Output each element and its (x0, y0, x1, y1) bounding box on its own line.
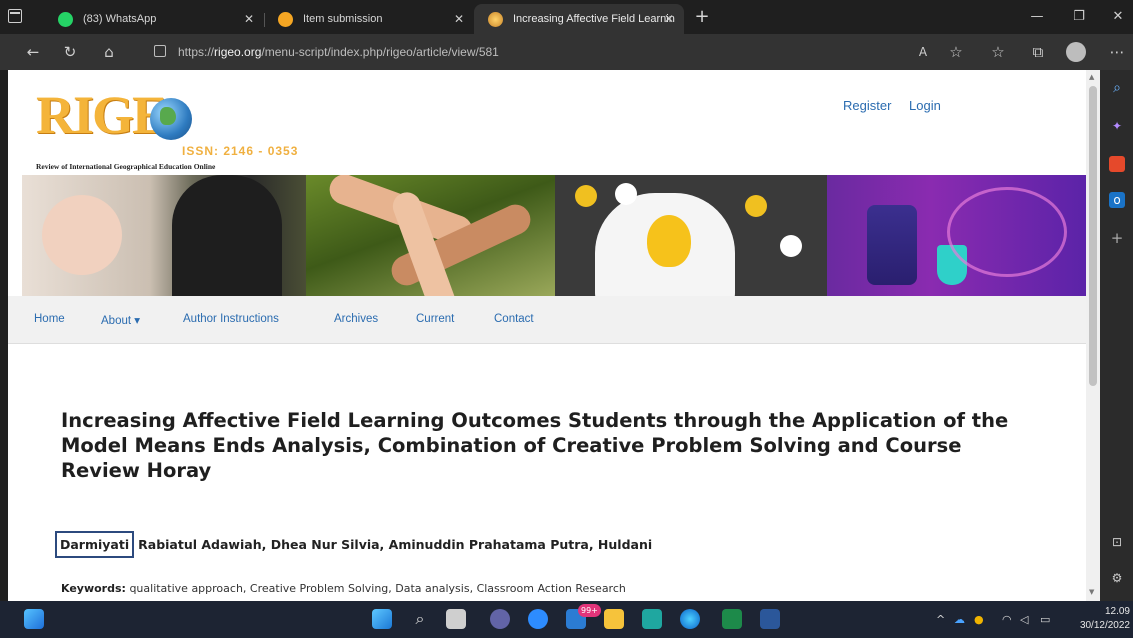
task-view-icon[interactable] (446, 609, 466, 629)
favorite-star-icon[interactable]: ☆ (943, 40, 969, 64)
url-domain: rigeo.org (214, 45, 262, 59)
clock-time: 12.09 (1104, 606, 1130, 617)
close-icon[interactable]: ✕ (454, 12, 464, 26)
teams-icon[interactable] (490, 609, 510, 629)
mail-badge: 99+ (578, 604, 601, 617)
zoom-icon[interactable] (528, 609, 548, 629)
settings-gear-icon[interactable]: ⚙ (1109, 570, 1125, 586)
favorites-icon[interactable]: ☆ (985, 40, 1011, 64)
banner-illustration-ideas (555, 175, 827, 296)
close-window-button[interactable]: ✕ (1095, 0, 1133, 34)
author-link-first[interactable]: Darmiyati (55, 531, 135, 558)
url-prefix: https:// (178, 45, 215, 59)
keywords-label: Keywords: (61, 582, 126, 595)
user-links: Register Login (843, 98, 955, 113)
tray-chevron-icon[interactable]: ^ (936, 613, 945, 626)
widgets-icon[interactable] (24, 609, 44, 629)
lock-icon[interactable] (154, 45, 166, 57)
start-icon[interactable] (372, 609, 392, 629)
more-menu-icon[interactable]: ⋯ (1104, 40, 1130, 64)
word-icon[interactable] (760, 609, 780, 629)
banner-photo-children (22, 175, 306, 296)
back-button[interactable]: ← (20, 40, 46, 64)
tab-title: Item submission (303, 13, 383, 25)
scroll-thumb[interactable] (1089, 86, 1097, 386)
scroll-up-arrow[interactable]: ▲ (1089, 73, 1094, 81)
tab-item-submission[interactable]: Item submission ✕ (264, 4, 474, 34)
nav-about[interactable]: About ▾ (101, 313, 140, 327)
sidebar-layout-icon[interactable]: ⊡ (1109, 534, 1125, 550)
new-tab-button[interactable]: + (691, 6, 713, 28)
main-nav: Home About ▾ Author Instructions Archive… (8, 296, 1086, 344)
address-bar[interactable]: https://rigeo.org/menu-script/index.php/… (148, 39, 798, 65)
tab-whatsapp[interactable]: (83) WhatsApp ✕ (44, 4, 265, 34)
nav-contact[interactable]: Contact (494, 313, 534, 325)
collections-icon[interactable]: ⧉ (1025, 40, 1051, 64)
tab-actions-icon[interactable] (8, 9, 22, 23)
nav-home[interactable]: Home (34, 313, 65, 325)
add-icon[interactable]: + (1109, 230, 1125, 246)
norton-icon[interactable]: ● (974, 613, 984, 626)
scroll-down-arrow[interactable]: ▼ (1089, 588, 1094, 596)
clock-date: 30/12/2022 (1079, 620, 1130, 631)
tab-strip: (83) WhatsApp ✕ Item submission ✕ Increa… (0, 0, 1133, 34)
onedrive-icon[interactable]: ☁ (954, 613, 965, 626)
search-icon[interactable]: ⌕ (1109, 80, 1125, 96)
tab-rigeo-article[interactable]: Increasing Affective Field Learnin ✕ (474, 4, 684, 34)
nav-author-instructions[interactable]: Author Instructions (183, 313, 279, 325)
sparkle-icon[interactable]: ✦ (1109, 118, 1125, 134)
article-keywords: Keywords: qualitative approach, Creative… (61, 582, 626, 595)
system-clock[interactable]: 12.09 30/12/2022 (1072, 605, 1130, 633)
url-path: /menu-script/index.php/rigeo/article/vie… (261, 45, 499, 59)
nav-archives[interactable]: Archives (334, 313, 378, 325)
volume-icon[interactable]: ◁ (1020, 613, 1028, 626)
globe-icon (150, 98, 192, 140)
close-icon[interactable]: ✕ (244, 12, 254, 26)
logo-text: RIGE (36, 85, 168, 145)
article-authors: Darmiyati Rabiatul Adawiah, Dhea Nur Silv… (55, 531, 652, 558)
rigeo-globe-icon (488, 11, 503, 27)
keywords-list: qualitative approach, Creative Problem S… (129, 582, 626, 595)
office-icon[interactable] (1109, 156, 1125, 172)
login-link[interactable]: Login (909, 98, 941, 113)
article-title: Increasing Affective Field Learning Outc… (61, 409, 1009, 482)
whatsapp-icon (58, 11, 73, 27)
address-toolbar: ← ↻ ⌂ https://rigeo.org/menu-script/inde… (0, 34, 1133, 70)
read-aloud-icon[interactable]: A (910, 40, 936, 64)
edge-icon[interactable] (680, 609, 700, 629)
profile-avatar[interactable] (1066, 42, 1086, 62)
minimize-button[interactable]: — (1014, 0, 1060, 34)
tab-title: Increasing Affective Field Learnin (513, 13, 675, 25)
excel-icon[interactable] (722, 609, 742, 629)
search-taskbar-icon[interactable]: ⌕ (410, 609, 430, 629)
page-scrollbar[interactable]: ▲ ▼ (1086, 70, 1100, 601)
refresh-button[interactable]: ↻ (57, 40, 83, 64)
register-link[interactable]: Register (843, 98, 891, 113)
close-icon[interactable]: ✕ (664, 12, 674, 26)
lens-app-icon[interactable] (642, 609, 662, 629)
smiley-icon (278, 11, 293, 27)
wifi-icon[interactable]: ◠ (1002, 613, 1012, 626)
edge-sidebar: ⌕ ✦ o + ⊡ ⚙ (1100, 70, 1133, 601)
logo-subtitle: Review of International Geographical Edu… (36, 162, 216, 171)
header-banner (22, 175, 1086, 296)
author-list: Rabiatul Adawiah, Dhea Nur Silvia, Aminu… (138, 537, 653, 552)
issn-label: ISSN: 2146 - 0353 (182, 144, 299, 158)
site-logo[interactable]: RIGE ISSN: 2146 - 0353 Review of Interna… (32, 84, 332, 171)
banner-photo-hands (306, 175, 555, 296)
web-page: RIGE ISSN: 2146 - 0353 Review of Interna… (8, 70, 1086, 601)
nav-current[interactable]: Current (416, 313, 454, 325)
file-explorer-icon[interactable] (604, 609, 624, 629)
tab-title: (83) WhatsApp (83, 13, 157, 25)
battery-icon[interactable]: ▭ (1040, 613, 1050, 626)
windows-taskbar: ⌕ 99+ ^ ☁ ● ◠ ◁ ▭ 12.09 30/12/2022 (0, 601, 1133, 638)
banner-illustration-science (827, 175, 1086, 296)
outlook-icon[interactable]: o (1109, 192, 1125, 208)
home-button[interactable]: ⌂ (96, 40, 122, 64)
